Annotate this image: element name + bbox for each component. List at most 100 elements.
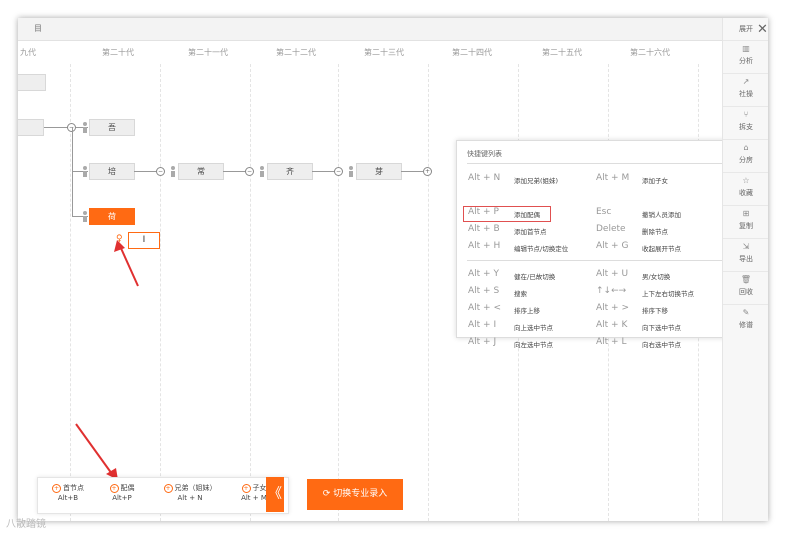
plus-icon: + xyxy=(241,484,251,493)
shortcut-key: Alt + < xyxy=(468,303,501,313)
sidebar-item-house[interactable]: ⌂ 分房 xyxy=(723,139,768,170)
generation-label: 第二十三代 xyxy=(364,48,404,57)
sidebar-item-split[interactable]: ⑂ 拆支 xyxy=(723,106,768,137)
generation-label: 第二十代 xyxy=(102,48,134,57)
generation-divider xyxy=(338,64,339,521)
add-first-node-button[interactable]: + 首节点 Alt+B xyxy=(42,483,94,509)
shortcut-desc: 编辑节点/切换定位 xyxy=(514,245,569,253)
male-icon xyxy=(82,211,88,222)
generation-label: 九代 xyxy=(20,48,36,57)
shortcut-desc: 添加子女 xyxy=(642,177,668,185)
shortcut-desc: 撤销人员添加 xyxy=(642,211,681,219)
tree-node[interactable]: 芽 xyxy=(356,163,402,180)
quick-add-bar: + 首节点 Alt+B + 配偶 Alt+P + 兄弟（姐妹） Alt + N + 子女… xyxy=(37,477,289,514)
sidebar-item-social[interactable]: ↗ 社操 xyxy=(723,73,768,104)
shortcut-desc: 向左选中节点 xyxy=(514,341,553,349)
bottom-item-label: 配偶 xyxy=(120,484,135,492)
selected-tree-node[interactable]: 荷 xyxy=(89,208,135,225)
generation-label: 第二十六代 xyxy=(630,48,670,57)
star-icon: ☆ xyxy=(742,176,750,185)
trash-icon: 🗑 xyxy=(740,275,752,284)
sidebar-item-label: 导出 xyxy=(739,255,753,263)
expand-icon[interactable]: + xyxy=(423,167,432,176)
close-icon[interactable]: ✕ xyxy=(757,22,768,37)
shortcut-desc: 搜索 xyxy=(514,290,527,298)
sidebar-item-recycle[interactable]: 🗑 回收 xyxy=(723,271,768,302)
right-sidebar: 展开 ▥ 分析 ↗ 社操 ⑂ 拆支 ⌂ 分房 ☆ 收藏 ⊞ 复制 ⇲ 导出 🗑 … xyxy=(722,18,768,521)
sidebar-item-label: 收藏 xyxy=(739,189,753,197)
bottom-item-key: Alt + N xyxy=(177,494,203,502)
shortcut-desc: 排序下移 xyxy=(642,307,668,315)
sidebar-item-edit[interactable]: ✎ 修谱 xyxy=(723,304,768,335)
switch-label: 切换专业录入 xyxy=(333,489,388,499)
shortcut-key: Alt + N xyxy=(468,173,501,183)
shortcut-desc: 向上选中节点 xyxy=(514,324,553,332)
tree-node[interactable]: 培 xyxy=(89,163,135,180)
sidebar-item-label: 社操 xyxy=(739,90,753,98)
tree-node[interactable] xyxy=(18,74,46,91)
male-icon xyxy=(82,166,88,177)
connector xyxy=(134,171,158,172)
tree-node[interactable] xyxy=(18,119,44,136)
bottom-item-label: 子女 xyxy=(252,484,267,492)
switch-professional-entry-button[interactable]: ⟳ 切换专业录入 xyxy=(307,479,403,510)
sidebar-item-copy[interactable]: ⊞ 复制 xyxy=(723,205,768,236)
sidebar-item-analysis[interactable]: ▥ 分析 xyxy=(723,40,768,71)
bottom-item-key: Alt+B xyxy=(57,494,79,502)
connector xyxy=(401,171,423,172)
connector xyxy=(312,171,336,172)
sidebar-item-favorite[interactable]: ☆ 收藏 xyxy=(723,172,768,203)
shortcut-desc: 收起展开节点 xyxy=(642,245,681,253)
plus-icon: + xyxy=(109,484,119,493)
shortcut-desc: 排序上移 xyxy=(514,307,540,315)
top-bar-title: 目 xyxy=(34,24,42,33)
sidebar-item-label: 回收 xyxy=(739,288,753,296)
sidebar-item-export[interactable]: ⇲ 导出 xyxy=(723,238,768,269)
shortcut-key: ↑↓←→ xyxy=(596,286,627,296)
connector xyxy=(223,171,247,172)
generation-divider xyxy=(428,64,429,521)
shortcut-desc: 添加配偶 xyxy=(514,211,540,219)
tree-node[interactable]: 常 xyxy=(178,163,224,180)
shortcut-key: Alt + M xyxy=(596,173,630,183)
chart-icon: ▥ xyxy=(742,44,750,53)
male-icon xyxy=(259,166,265,177)
add-sibling-button[interactable]: + 兄弟（姐妹） Alt + N xyxy=(154,483,226,509)
collapse-icon[interactable]: − xyxy=(156,167,165,176)
shortcut-key: Alt + G xyxy=(596,241,629,251)
branch-icon: ⑂ xyxy=(743,110,749,119)
shortcut-key: Alt + S xyxy=(468,286,500,296)
sidebar-item-label: 分房 xyxy=(739,156,753,164)
shortcut-key: Alt + > xyxy=(596,303,629,313)
sidebar-item-label: 复制 xyxy=(739,222,753,230)
add-spouse-button[interactable]: + 配偶 Alt+P xyxy=(96,483,148,509)
generation-header: 九代 第二十代 第二十一代 第二十二代 第二十三代 第二十四代 第二十五代 第二… xyxy=(18,42,723,62)
collapse-bar-button[interactable]: 《 xyxy=(266,477,284,512)
tree-node[interactable]: 吾 xyxy=(89,119,135,136)
tree-node[interactable]: 齐 xyxy=(267,163,313,180)
male-icon xyxy=(170,166,176,177)
top-bar: 目 xyxy=(18,18,768,41)
connector xyxy=(72,127,73,217)
export-icon: ⇲ xyxy=(742,242,750,251)
collapse-icon[interactable]: − xyxy=(245,167,254,176)
sidebar-item-label: 分析 xyxy=(739,57,753,65)
generation-divider xyxy=(70,64,71,521)
app-window: 目 九代 第二十代 第二十一代 第二十二代 第二十三代 第二十四代 第二十五代 … xyxy=(18,18,768,521)
shortcut-key: Alt + B xyxy=(468,224,500,234)
shortcut-desc: 向下选中节点 xyxy=(642,324,681,332)
shortcut-desc: 添加兄弟(姐妹) xyxy=(514,177,559,185)
shortcut-desc: 男/女切换 xyxy=(642,273,671,281)
watermark: 八散踏镜 xyxy=(6,519,46,530)
shortcut-desc: 健在/已故切换 xyxy=(514,273,556,281)
bottom-item-label: 首节点 xyxy=(63,484,84,492)
collapse-icon[interactable]: − xyxy=(334,167,343,176)
shortcut-desc: 删除节点 xyxy=(642,228,668,236)
male-icon xyxy=(82,122,88,133)
shortcut-desc: 向右选中节点 xyxy=(642,341,681,349)
generation-label: 第二十一代 xyxy=(188,48,228,57)
sidebar-item-label: 修谱 xyxy=(739,321,753,329)
generation-label: 第二十五代 xyxy=(542,48,582,57)
bottom-item-key: Alt+P xyxy=(112,494,132,502)
shortcut-panel: 快捷键列表 Alt + N 添加兄弟(姐妹) Alt + M 添加子女 Alt … xyxy=(456,140,733,349)
